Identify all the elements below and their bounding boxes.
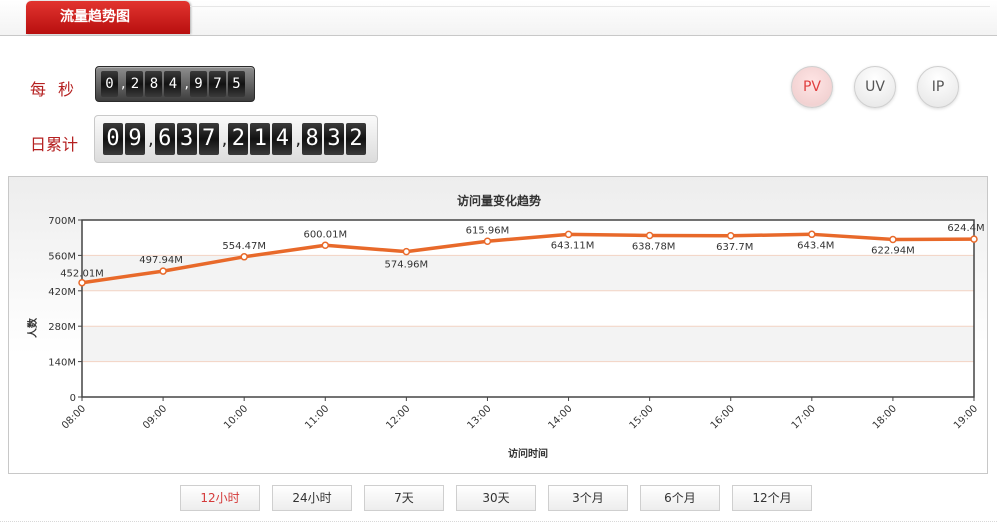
data-label: 643.11M [551, 240, 595, 251]
range-24-hours-button[interactable]: 24小时 [272, 485, 352, 511]
range-30-days-button[interactable]: 30天 [456, 485, 536, 511]
odometer-digit: 2 [228, 123, 249, 155]
uv-button[interactable]: UV [854, 66, 896, 108]
x-tick-label: 13:00 [465, 403, 493, 431]
data-point [402, 247, 411, 256]
range-6-months-button[interactable]: 6个月 [640, 485, 720, 511]
plot-area: 0 140M 280M 420M 560M 700M 08:00 09:00 10:00 11:0… [48, 216, 984, 432]
data-label: 643.4M [797, 240, 834, 251]
odometer-digit: 6 [154, 123, 175, 155]
odometer-separator: , [184, 76, 189, 92]
x-tick-label: 16:00 [709, 403, 737, 431]
odometer-separator: , [295, 128, 302, 150]
chart-panel: 访问量变化趋势 访问时间 人数 0 140M 280M 420M 560M 700M 08:… [8, 176, 988, 474]
ip-button[interactable]: IP [917, 66, 959, 108]
data-label: 622.94M [871, 245, 915, 256]
range-12-months-button[interactable]: 12个月 [732, 485, 812, 511]
range-3-months-button[interactable]: 3个月 [548, 485, 628, 511]
data-label: 600.01M [303, 229, 347, 240]
x-tick-label: 14:00 [547, 403, 575, 431]
y-tick-label: 280M [48, 322, 76, 333]
odometer-separator: , [121, 76, 126, 92]
data-label: 638.78M [632, 241, 676, 252]
data-point [645, 231, 654, 240]
odometer-separator: , [147, 128, 154, 150]
x-tick-label: 11:00 [303, 403, 331, 431]
y-tick-label: 140M [48, 358, 76, 369]
data-label: 574.96M [385, 260, 429, 271]
x-tick-label: 09:00 [141, 403, 169, 431]
tab-bar-filler [190, 6, 990, 34]
data-point [78, 278, 86, 287]
y-tick-label: 700M [48, 216, 76, 227]
x-tick-label: 12:00 [384, 403, 412, 431]
per-second-label: 每秒 [30, 80, 87, 99]
y-axis-label: 人数 [26, 317, 39, 338]
odometer-digit: 4 [272, 123, 293, 155]
data-label: 624.4M [947, 223, 984, 234]
data-label: 554.47M [222, 241, 266, 252]
pv-button[interactable]: PV [791, 66, 833, 108]
data-point [970, 235, 978, 243]
data-point [483, 237, 492, 246]
odometer-digit: 8 [302, 123, 323, 155]
odometer-digit: 2 [126, 71, 144, 97]
x-tick-label: 15:00 [628, 403, 656, 431]
data-label: 497.94M [139, 255, 183, 266]
odometer-digit: 7 [198, 123, 219, 155]
data-point [564, 230, 573, 239]
odometer-digit: 2 [346, 123, 367, 155]
y-tick-label: 420M [48, 287, 76, 298]
x-tick-label: 18:00 [871, 403, 899, 431]
tab-bar: 流量趋势图 [0, 0, 997, 36]
plot-background [82, 220, 974, 397]
data-point [321, 241, 330, 250]
odometer-digit: 1 [250, 123, 271, 155]
y-tick-label: 560M [48, 251, 76, 262]
odometer-digit: 0 [101, 71, 118, 97]
odometer-digit: 4 [164, 71, 182, 97]
x-tick-label: 10:00 [222, 403, 250, 431]
time-range-bar: 12小时 24小时 7天 30天 3个月 6个月 12个月 [0, 485, 997, 511]
data-point [726, 232, 735, 240]
x-tick-label: 17:00 [790, 403, 818, 431]
odometer-digit: 3 [176, 123, 197, 155]
odometer-digit: 3 [324, 123, 345, 155]
data-label: 615.96M [466, 225, 510, 236]
daily-total-odometer: 0 9 , 6 3 7 , 2 1 4 , 8 3 2 [103, 122, 368, 156]
data-label: 637.7M [716, 242, 753, 253]
x-axis-label: 访问时间 [508, 447, 548, 460]
odometer-digit: 5 [227, 71, 245, 97]
grid-band [82, 326, 974, 362]
range-12-hours-button[interactable]: 12小时 [180, 485, 260, 511]
traffic-trend-chart: 访问量变化趋势 访问时间 人数 0 140M 280M 420M 560M 700M 08:… [26, 193, 985, 460]
y-tick-label: 0 [70, 393, 76, 404]
chart-title: 访问量变化趋势 [457, 193, 541, 208]
odometer-digit: 9 [124, 123, 145, 155]
daily-total-label: 日累计 [30, 135, 79, 154]
odometer-separator: , [221, 128, 228, 150]
odometer-digit: 0 [103, 123, 123, 155]
odometer-digit: 8 [145, 71, 163, 97]
odometer-digit: 9 [189, 71, 207, 97]
x-tick-label: 19:00 [952, 403, 980, 431]
x-tick-label: 08:00 [60, 403, 88, 431]
range-7-days-button[interactable]: 7天 [364, 485, 444, 511]
bottom-divider [0, 521, 997, 529]
data-label: 452.01M [60, 269, 104, 280]
odometer-digit: 7 [208, 71, 226, 97]
data-point [240, 253, 248, 261]
per-second-odometer: 0 , 2 8 4 , 9 7 5 [95, 66, 255, 102]
data-point [889, 235, 897, 244]
data-point [159, 267, 167, 275]
tab-traffic-trend[interactable]: 流量趋势图 [26, 1, 190, 34]
data-point [808, 230, 816, 239]
